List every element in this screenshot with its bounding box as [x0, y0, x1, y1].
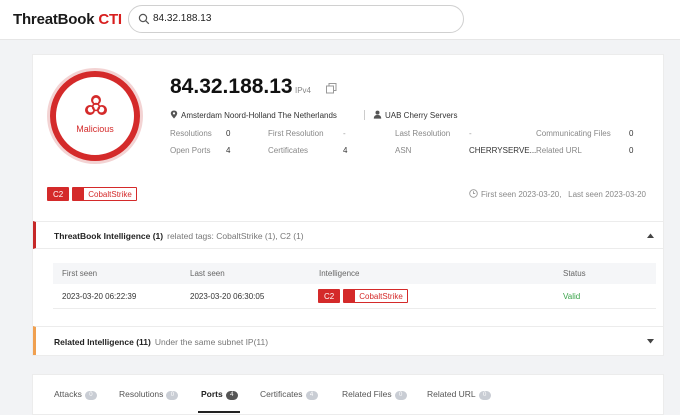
table-row[interactable]: 2023-03-20 06:22:39 2023-03-20 06:30:05 … — [53, 284, 656, 309]
tag-c2[interactable]: C2 — [318, 289, 341, 303]
verdict-badge: Malicious — [50, 71, 140, 161]
section-title: Related Intelligence (11) — [54, 337, 151, 347]
threatbook-intelligence-header[interactable]: ThreatBook Intelligence (1) related tags:… — [33, 221, 663, 249]
open-ports-value[interactable]: 4 — [226, 146, 230, 155]
resolutions-label: Resolutions — [170, 129, 212, 138]
tab-count: 0 — [84, 391, 97, 400]
ip-summary-card: Malicious 84.32.188.13 IPv4 Amsterdam No… — [32, 54, 664, 356]
ip-version: IPv4 — [295, 86, 312, 95]
bookmark-icon — [344, 290, 356, 302]
chevron-down-icon[interactable] — [647, 339, 654, 344]
certificates-label: Certificates — [268, 146, 309, 155]
biohazard-icon — [85, 95, 107, 115]
open-ports-label: Open Ports — [170, 146, 211, 155]
tab-count: 0 — [394, 391, 407, 400]
communicating-files-label: Communicating Files — [536, 129, 611, 138]
tag-cobaltstrike[interactable]: CobaltStrike — [343, 289, 408, 303]
location-pin-icon — [170, 110, 178, 119]
brand-logo[interactable]: ThreatBook CTI — [13, 11, 122, 28]
section-subtitle: related tags: CobaltStrike (1), C2 (1) — [167, 231, 304, 241]
tab-count: 4 — [305, 391, 318, 400]
tag-c2[interactable]: C2 — [47, 187, 70, 201]
search-box[interactable]: 84.32.188.13 — [128, 5, 464, 33]
last-seen-cell: 2023-03-20 06:30:05 — [190, 292, 265, 301]
brand-name: ThreatBook — [13, 11, 95, 28]
tag-cobaltstrike-label: CobaltStrike — [359, 291, 403, 301]
tag-cobaltstrike-label: CobaltStrike — [88, 189, 132, 199]
first-resolution-label: First Resolution — [268, 129, 324, 138]
tab-label: Attacks — [54, 389, 82, 399]
first-seen-cell: 2023-03-20 06:22:39 — [62, 292, 137, 301]
communicating-files-value[interactable]: 0 — [629, 129, 633, 138]
location: Amsterdam Noord-Holland The Netherlands — [170, 110, 337, 120]
search-input[interactable]: 84.32.188.13 — [153, 13, 211, 24]
first-seen-text: First seen 2023-03-20, — [480, 190, 562, 199]
asn-value[interactable]: CHERRYSERVE... — [469, 146, 536, 155]
related-url-value[interactable]: 0 — [629, 146, 633, 155]
detail-tabs: Attacks 0 Resolutions 0 Ports 4 Certificate… — [32, 374, 664, 415]
user-icon — [373, 110, 382, 119]
tab-count: 0 — [478, 391, 491, 400]
active-tab-indicator — [198, 411, 240, 413]
clock-icon — [469, 189, 478, 198]
related-intelligence-header[interactable]: Related Intelligence (11) Under the same … — [33, 326, 663, 355]
tab-label: Ports — [201, 389, 223, 399]
tab-count: 4 — [225, 391, 238, 400]
column-header: First seen — [62, 269, 98, 278]
verdict-label: Malicious — [76, 124, 114, 134]
ip-address: 84.32.188.13 — [170, 75, 293, 98]
chevron-up-icon[interactable] — [647, 233, 654, 238]
tab-label: Related URL — [427, 389, 476, 399]
seen-dates: First seen 2023-03-20, Last seen 2023-03… — [469, 189, 646, 199]
bookmark-icon — [73, 188, 85, 200]
organization-text: UAB Cherry Servers — [385, 111, 458, 120]
table-header: First seen Last seen Intelligence Status — [53, 263, 656, 284]
status-cell: Valid — [563, 292, 581, 301]
last-resolution-value: - — [469, 129, 472, 138]
column-header: Status — [563, 269, 586, 278]
tab-related-url[interactable]: Related URL 0 — [427, 389, 491, 400]
related-url-label: Related URL — [536, 146, 582, 155]
tab-label: Related Files — [342, 389, 392, 399]
column-header: Intelligence — [319, 269, 360, 278]
intelligence-tags: C2 CobaltStrike — [318, 289, 411, 307]
tab-certificates[interactable]: Certificates 4 — [260, 389, 318, 400]
location-text: Amsterdam Noord-Holland The Netherlands — [181, 111, 337, 120]
tab-related-files[interactable]: Related Files 0 — [342, 389, 407, 400]
section-subtitle: Under the same subnet IP(11) — [154, 337, 269, 347]
tag-cobaltstrike[interactable]: CobaltStrike — [72, 187, 137, 201]
search-icon — [138, 13, 150, 25]
resolutions-value[interactable]: 0 — [226, 129, 230, 138]
tab-ports[interactable]: Ports 4 — [201, 389, 238, 400]
tab-label: Certificates — [260, 389, 303, 399]
tab-attacks[interactable]: Attacks 0 — [54, 389, 97, 400]
section-title: ThreatBook Intelligence (1) — [54, 231, 164, 241]
asn-label: ASN — [395, 146, 412, 155]
brand-accent: CTI — [98, 11, 122, 28]
column-header: Last seen — [190, 269, 225, 278]
tab-count: 0 — [166, 391, 179, 400]
first-resolution-value: - — [343, 129, 346, 138]
tab-resolutions[interactable]: Resolutions 0 — [119, 389, 179, 400]
top-bar: ThreatBook CTI 84.32.188.13 — [0, 0, 680, 40]
tag-list: C2 CobaltStrike — [47, 187, 140, 205]
last-seen-text: Last seen 2023-03-20 — [568, 190, 646, 199]
organization: UAB Cherry Servers — [373, 110, 457, 120]
last-resolution-label: Last Resolution — [395, 129, 451, 138]
tab-label: Resolutions — [119, 389, 164, 399]
certificates-value[interactable]: 4 — [343, 146, 347, 155]
divider — [364, 110, 365, 120]
copy-icon[interactable] — [326, 83, 337, 94]
